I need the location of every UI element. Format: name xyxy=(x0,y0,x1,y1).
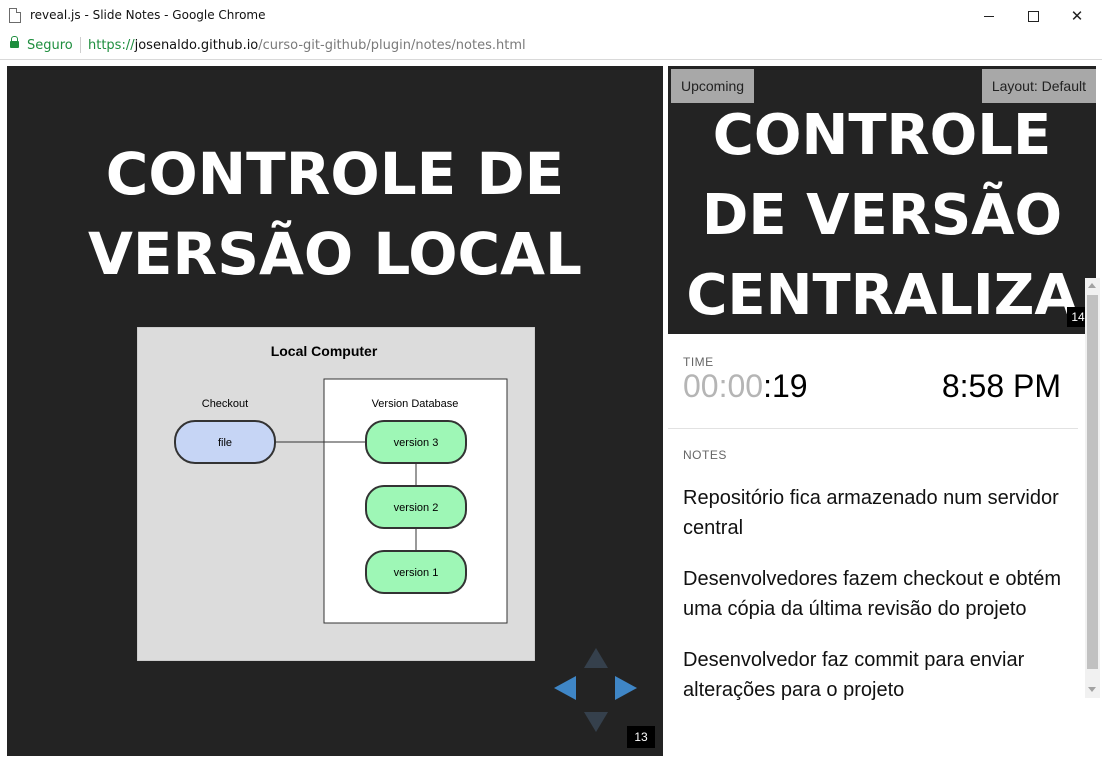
file-label: file xyxy=(218,437,232,449)
time-notes-divider xyxy=(668,428,1078,429)
window-titlebar: reveal.js - Slide Notes - Google Chrome … xyxy=(0,0,1102,33)
upcoming-label: Upcoming xyxy=(671,69,755,103)
slide-title-line-1: CONTROLE DE xyxy=(105,140,565,208)
timer-seconds: :19 xyxy=(763,368,808,404)
upcoming-title-line-3: CENTRALIZA xyxy=(686,263,1078,328)
nav-left-icon[interactable] xyxy=(554,676,576,700)
nav-right-icon[interactable] xyxy=(615,676,637,700)
upcoming-slide-title: CONTROLE DE VERSÃO CENTRALIZA xyxy=(668,96,1096,334)
notes-scrollbar[interactable] xyxy=(1085,278,1100,698)
local-vcs-diagram: Local Computer Version Database Checkout… xyxy=(137,327,535,661)
version-2-label: version 2 xyxy=(394,502,439,514)
url-path: /curso-git-github/plugin/notes/notes.htm… xyxy=(258,38,526,53)
nav-up-icon[interactable] xyxy=(584,648,608,668)
version-3-label: version 3 xyxy=(394,437,439,449)
notes-list: Repositório fica armazenado num servidor… xyxy=(683,483,1068,726)
url-host: josenaldo.github.io xyxy=(134,38,259,53)
address-separator xyxy=(80,37,81,53)
document-icon xyxy=(9,8,21,23)
close-icon: ✕ xyxy=(1070,8,1084,25)
elapsed-timer[interactable]: 00:00:19 xyxy=(683,368,808,405)
clock: 8:58 PM xyxy=(941,368,1061,404)
minimize-button[interactable] xyxy=(966,0,1012,32)
maximize-button[interactable] xyxy=(1010,0,1056,32)
timer-hours-minutes: 00:00 xyxy=(683,368,764,404)
url-field[interactable]: https://josenaldo.github.io/curso-git-gi… xyxy=(88,38,526,53)
info-panel: TIME 00:00:19 8:58 PM NOTES Repositório … xyxy=(668,338,1084,760)
upcoming-slide[interactable]: CONTROLE DE VERSÃO CENTRALIZA Upcoming L… xyxy=(668,66,1096,334)
notes-label: NOTES xyxy=(683,448,727,462)
lock-icon[interactable] xyxy=(10,36,19,48)
url-scheme: https:// xyxy=(88,38,135,53)
database-label: Version Database xyxy=(372,398,459,410)
slide-title: CONTROLE DE VERSÃO LOCAL xyxy=(7,134,663,294)
slide-title-line-2: VERSÃO LOCAL xyxy=(88,220,582,288)
note-item: Repositório fica armazenado num servidor… xyxy=(683,487,1059,539)
nav-down-icon[interactable] xyxy=(584,712,608,732)
version-1-label: version 1 xyxy=(394,567,439,579)
note-item: Desenvolvedor faz commit para enviar alt… xyxy=(683,649,1025,701)
time-label: TIME xyxy=(683,355,714,369)
minimize-icon xyxy=(984,15,994,17)
speaker-notes-page: CONTROLE DE VERSÃO LOCAL Local Computer … xyxy=(0,60,1102,760)
maximize-icon xyxy=(1027,10,1039,22)
upcoming-title-line-2: DE VERSÃO xyxy=(701,183,1063,248)
close-button[interactable]: ✕ xyxy=(1054,0,1100,32)
scroll-up-icon[interactable] xyxy=(1088,283,1096,288)
note-item: Desenvolvedores fazem checkout e obtém u… xyxy=(683,568,1061,620)
scroll-thumb[interactable] xyxy=(1087,295,1098,669)
diagram-title: Local Computer xyxy=(271,343,378,359)
window-title: reveal.js - Slide Notes - Google Chrome xyxy=(30,8,266,22)
upcoming-title-line-1: CONTROLE xyxy=(712,103,1052,168)
current-slide[interactable]: CONTROLE DE VERSÃO LOCAL Local Computer … xyxy=(7,66,663,756)
layout-button[interactable]: Layout: Default xyxy=(981,69,1096,103)
navigation-controls xyxy=(553,646,639,732)
scroll-down-icon[interactable] xyxy=(1088,687,1096,692)
checkout-label: Checkout xyxy=(202,398,248,410)
slide-number: 13 xyxy=(627,726,655,748)
secure-label[interactable]: Seguro xyxy=(27,38,73,53)
